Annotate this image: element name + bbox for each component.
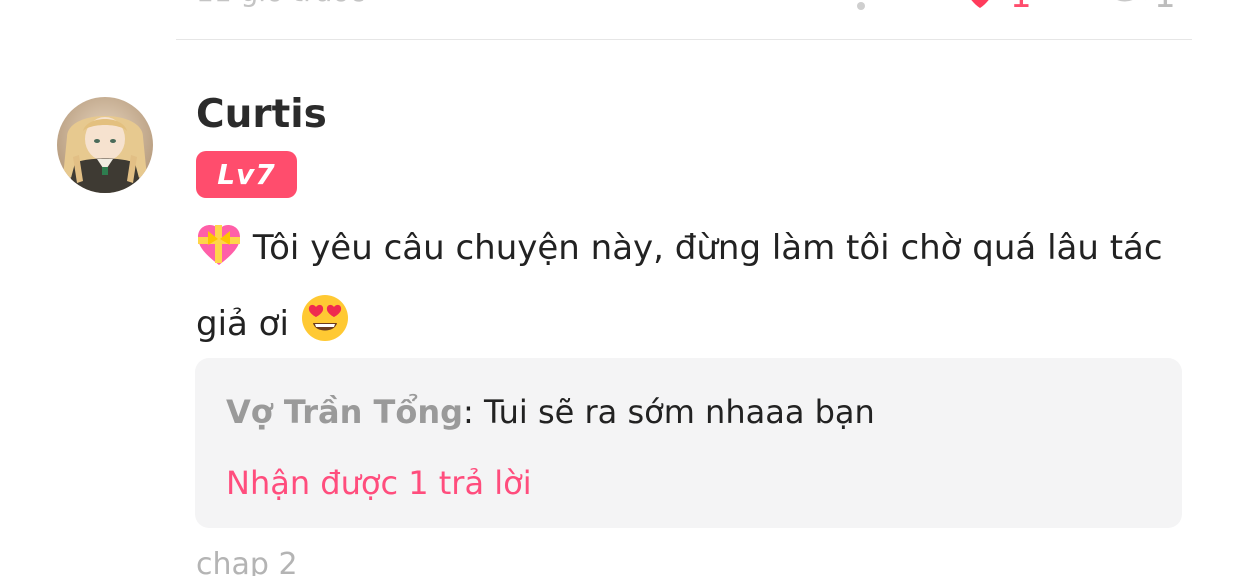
reply-separator: : bbox=[463, 393, 474, 431]
user-avatar[interactable] bbox=[57, 97, 153, 193]
level-label: Lv7 bbox=[217, 158, 276, 191]
divider bbox=[176, 39, 1192, 40]
view-replies-link[interactable]: Nhận được 1 trả lời bbox=[226, 461, 532, 505]
previous-comment-time: 11 giờ trước bbox=[196, 0, 365, 10]
level-badge: Lv7 bbox=[196, 151, 297, 198]
heart-icon[interactable] bbox=[962, 0, 998, 10]
previous-like-count: 1 bbox=[1010, 0, 1032, 16]
chapter-tag: chap 2 bbox=[196, 547, 298, 576]
previous-comment-count: 1 bbox=[1154, 0, 1176, 16]
username[interactable]: Curtis bbox=[196, 92, 327, 138]
reply-line: Vợ Trần Tổng: Tui sẽ ra sớm nhaaa bạn bbox=[226, 390, 875, 434]
comment-page: 11 giờ trước 1 1 bbox=[0, 0, 1242, 576]
heart-with-ribbon-icon bbox=[196, 222, 242, 290]
avatar-image bbox=[57, 97, 153, 193]
previous-comment-footer: 11 giờ trước 1 1 bbox=[0, 0, 1242, 40]
more-options-icon[interactable] bbox=[857, 2, 865, 10]
reply-preview[interactable]: Vợ Trần Tổng: Tui sẽ ra sớm nhaaa bạn Nh… bbox=[195, 358, 1182, 528]
heart-eyes-icon bbox=[300, 293, 350, 366]
comment-bubble-icon[interactable] bbox=[1104, 0, 1146, 16]
reply-text: Tui sẽ ra sớm nhaaa bạn bbox=[473, 393, 875, 431]
comment-text: Tôi yêu câu chuyện này, đừng làm tôi chờ… bbox=[196, 214, 1186, 366]
reply-author[interactable]: Vợ Trần Tổng bbox=[226, 393, 463, 431]
